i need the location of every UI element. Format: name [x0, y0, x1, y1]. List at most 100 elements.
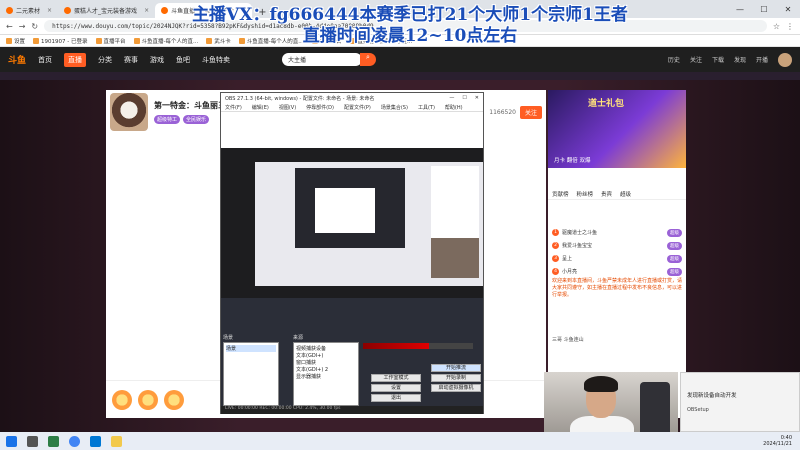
room-actions: 1166520 关注 [489, 105, 542, 119]
start-streaming-button[interactable]: 开始推流 [431, 364, 481, 372]
gift-icon[interactable] [164, 389, 184, 410]
rank-tabs: 贡献榜 粉丝榜 贵宾 超级 [548, 190, 686, 200]
menu-edit[interactable]: 编辑(E) [252, 104, 269, 111]
chrome-icon[interactable] [69, 435, 80, 447]
maximize-icon[interactable]: ☐ [462, 95, 466, 101]
source-item[interactable]: 文本(GDI+) 2 [296, 366, 356, 373]
badge[interactable]: 全民娱乐 [183, 115, 210, 124]
nav-live[interactable]: 直播 [64, 52, 87, 67]
sub-nav [0, 72, 800, 80]
rank-number: 4 [552, 268, 559, 275]
close-icon[interactable]: ✕ [475, 95, 479, 101]
scenes-list[interactable]: 场景 [223, 342, 279, 406]
tab-contribution[interactable]: 贡献榜 [552, 190, 569, 199]
rank-number: 3 [552, 255, 559, 262]
menu-docks[interactable]: 停靠部件(D) [306, 104, 334, 111]
rank-name: 呈上 [562, 256, 573, 262]
tab-vip[interactable]: 贵宾 [601, 190, 612, 199]
rank-tag: 超级 [667, 241, 682, 250]
history-icon[interactable]: 历史 [668, 55, 680, 64]
menu-view[interactable]: 视图(V) [279, 104, 296, 111]
list-item[interactable]: 3 呈上 超级 [552, 252, 682, 265]
settings-button[interactable]: 设置 [371, 384, 421, 392]
rank-tag: 超级 [667, 267, 682, 276]
preview-webcam [431, 238, 479, 278]
rank-name: 我爱斗鱼宝宝 [562, 243, 593, 249]
folder-icon[interactable] [111, 435, 122, 447]
obs-taskbar-icon[interactable] [48, 435, 59, 447]
follow-button[interactable]: 关注 [519, 105, 542, 119]
sources-list[interactable]: 视频捕获设备 文本(GDI+) 窗口捕获 文本(GDI+) 2 显示器捕获 [293, 342, 359, 406]
taskbar: 0:40 2024/11/21 [0, 432, 800, 450]
menu-file[interactable]: 文件(F) [225, 104, 242, 111]
obs-title-bar: OBS 27.1.3 (64-bit, windows) - 配置文件: 未命名… [221, 93, 483, 103]
list-item[interactable]: 4 小月亮 超级 [552, 265, 682, 278]
preview-nested-page [315, 188, 375, 233]
obs-status-bar: LIVE: 00:00:00 REC: 00:00:00 CPU: 2.4%, … [221, 406, 483, 414]
obs-canvas-top [221, 112, 483, 148]
source-item[interactable]: 视频捕获设备 [296, 345, 356, 352]
sources-label: 来源 [293, 335, 304, 341]
menu-scene-collection[interactable]: 场景集合(S) [381, 104, 408, 111]
obs-menu-bar: 文件(F) 编辑(E) 视图(V) 停靠部件(D) 配置文件(P) 场景集合(S… [221, 103, 483, 112]
system-tray[interactable]: 0:40 2024/11/21 [763, 435, 800, 447]
list-item[interactable]: 1 驱魔道士之斗鱼 超级 [552, 226, 682, 239]
start-icon[interactable] [6, 435, 17, 447]
obs-window-controls: — ☐ ✕ [449, 95, 479, 101]
start-recording-button[interactable]: 开始录制 [431, 374, 481, 382]
source-item[interactable]: 文本(GDI+) [296, 352, 356, 359]
obs-preview[interactable] [221, 148, 483, 298]
nav-games[interactable]: 游戏 [150, 55, 164, 65]
minimize-icon[interactable]: — [449, 95, 454, 101]
search-input[interactable]: 大主播 [282, 53, 363, 66]
notification-toast[interactable]: 发现新设备自动开发 OBSetup [680, 372, 800, 432]
menu-profile[interactable]: 配置文件(P) [344, 104, 371, 111]
studio-mode-button[interactable]: 工作室模式 [371, 374, 421, 382]
rank-name: 驱魔道士之斗鱼 [562, 230, 598, 236]
site-logo[interactable]: 斗鱼 [8, 53, 26, 66]
promo-banner[interactable]: 道士礼包 月卡 翻倍 双爆 [548, 90, 686, 168]
obs-window: OBS 27.1.3 (64-bit, windows) - 配置文件: 未命名… [220, 92, 484, 414]
scene-item[interactable]: 场景 [226, 345, 276, 352]
exit-button[interactable]: 退出 [371, 394, 421, 402]
list-item[interactable]: 2 我爱斗鱼宝宝 超级 [552, 239, 682, 252]
nav-shop[interactable]: 斗鱼特卖 [202, 55, 230, 65]
nav-events[interactable]: 赛事 [124, 55, 138, 65]
menu-tools[interactable]: 工具(T) [418, 104, 435, 111]
preview-nested-browser [255, 162, 483, 286]
rank-tag: 超级 [667, 228, 682, 237]
follow-icon[interactable]: 关注 [690, 55, 702, 64]
go-live-icon[interactable]: 开播 [756, 55, 768, 64]
nav-forum[interactable]: 鱼吧 [176, 55, 190, 65]
gift-icon[interactable] [138, 389, 158, 410]
tab-super[interactable]: 超级 [620, 190, 631, 199]
source-item[interactable]: 窗口捕获 [296, 359, 356, 366]
audio-meter [363, 343, 473, 349]
download-icon[interactable]: 下载 [712, 55, 724, 64]
follower-count: 1166520 [489, 108, 516, 116]
source-item[interactable]: 显示器捕获 [296, 373, 356, 380]
nav-home[interactable]: 首页 [38, 55, 52, 65]
virtual-camera-button[interactable]: 启动虚拟摄像机 [431, 384, 481, 392]
tab-fans[interactable]: 粉丝榜 [577, 190, 594, 199]
chat-notice: 欢迎来到本直播间，斗鱼严禁未成年人进行直播或打赏，请大家共同遵守，如主播在直播过… [552, 278, 683, 298]
search-icon[interactable] [27, 435, 38, 447]
rank-tag: 超级 [667, 254, 682, 263]
rank-number: 2 [552, 242, 559, 249]
clock-date: 2024/11/21 [763, 441, 792, 447]
nav-category[interactable]: 分类 [98, 55, 112, 65]
obs-title: OBS 27.1.3 (64-bit, windows) - 配置文件: 未命名… [225, 95, 375, 102]
user-avatar[interactable] [778, 52, 792, 67]
search-icon[interactable]: ⌕ [360, 53, 377, 66]
menu-help[interactable]: 帮助(H) [445, 104, 463, 111]
badge[interactable]: 超级特工 [154, 115, 181, 124]
chat-message: 三哥 斗鱼连山 [552, 337, 584, 343]
gift-icon[interactable] [112, 389, 132, 410]
scenes-label: 场景 [223, 335, 234, 341]
rank-name: 小月亮 [562, 269, 578, 275]
discover-icon[interactable]: 发现 [734, 55, 746, 64]
person-hair [584, 376, 618, 392]
rank-number: 1 [552, 229, 559, 236]
streamer-avatar[interactable] [110, 93, 148, 131]
edge-icon[interactable] [90, 435, 101, 447]
